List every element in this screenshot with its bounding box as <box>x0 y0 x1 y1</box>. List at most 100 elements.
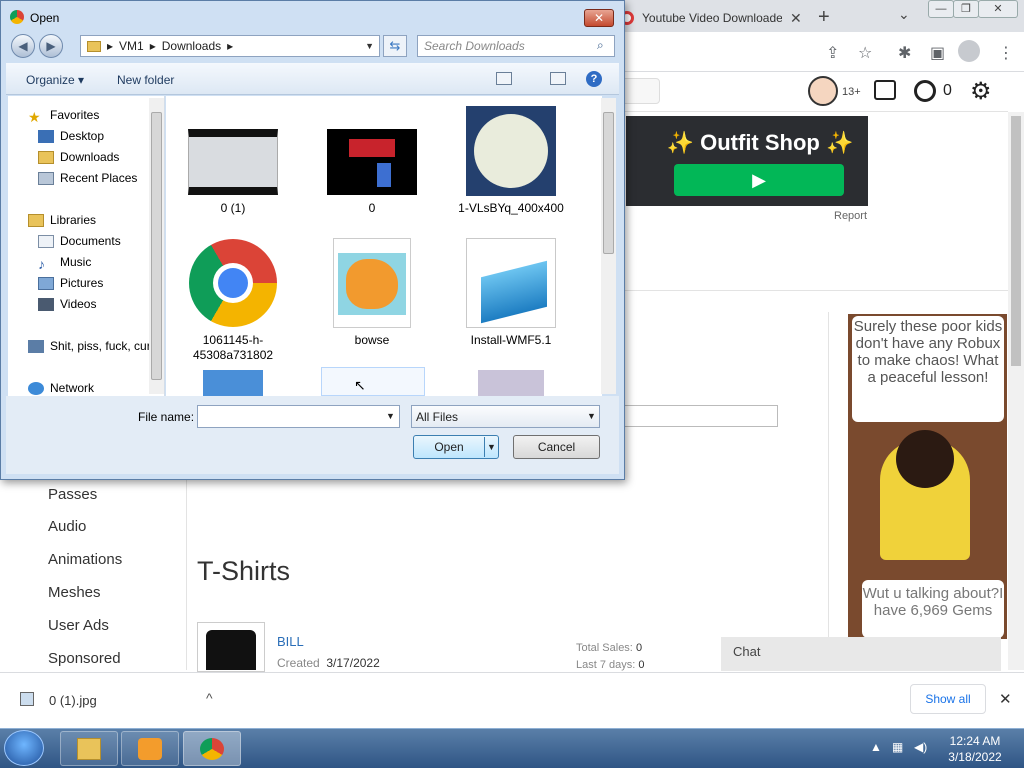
maximize-button[interactable]: ❐ <box>953 0 979 18</box>
start-button[interactable] <box>4 730 44 766</box>
new-folder-button[interactable]: New folder <box>117 73 174 87</box>
file-thumbnail[interactable] <box>466 238 556 328</box>
file-thumbnail[interactable] <box>327 129 417 195</box>
robux-count: 0 <box>943 82 952 99</box>
nav-pictures[interactable]: Pictures <box>38 276 103 290</box>
nav-pane-scrollbar-thumb[interactable] <box>151 112 162 380</box>
page-input[interactable] <box>624 405 778 427</box>
nav-documents[interactable]: Documents <box>38 234 121 248</box>
new-tab-button[interactable]: + <box>818 6 830 29</box>
bookmark-star-icon[interactable]: ☆ <box>858 43 872 63</box>
page-scrollbar-thumb[interactable] <box>1011 116 1021 366</box>
nav-computer[interactable]: Shit, piss, fuck, cur <box>28 339 151 353</box>
folder-icon <box>87 40 101 52</box>
powershell-icon <box>481 260 547 324</box>
clock-time: 12:24 AM <box>949 734 1001 748</box>
side-ad-text-2: Wut u talking about?I have 6,969 Gems <box>862 580 1004 638</box>
nav-libraries[interactable]: Libraries <box>28 213 96 227</box>
minimize-button[interactable]: — <box>928 0 954 18</box>
menu-icon[interactable] <box>874 80 896 100</box>
nav-recent[interactable]: Recent Places <box>38 171 137 185</box>
ad-banner-title: ✨ Outfit Shop ✨ <box>666 130 854 155</box>
file-thumbnail-selected[interactable] <box>321 367 425 396</box>
created-label: Created <box>277 656 320 670</box>
sidenav-user-ads[interactable]: User Ads <box>48 617 109 634</box>
search-icon[interactable]: ⌕ <box>597 38 604 53</box>
chevron-down-icon[interactable]: ▼ <box>365 41 374 51</box>
profile-avatar[interactable] <box>958 40 980 62</box>
help-icon[interactable]: ? <box>586 71 602 87</box>
file-view-scrollbar-thumb[interactable] <box>603 112 614 254</box>
breadcrumb-vm1[interactable]: VM1 <box>119 39 144 53</box>
robux-icon[interactable] <box>914 80 936 102</box>
sidenav-animations[interactable]: Animations <box>48 551 122 568</box>
forward-button[interactable]: ▶ <box>39 34 63 58</box>
file-label: 0 <box>368 201 376 215</box>
music-icon: ♪ <box>38 255 45 272</box>
sidenav-sponsored[interactable]: Sponsored <box>48 650 121 667</box>
desktop-icon <box>38 129 54 143</box>
refresh-button[interactable]: ⇆ <box>383 35 407 57</box>
file-name-input[interactable] <box>197 405 400 428</box>
cancel-button[interactable]: Cancel <box>513 435 600 459</box>
chevron-down-icon[interactable]: ▼ <box>386 411 395 421</box>
dialog-search-input[interactable]: Search Downloads <box>417 35 615 57</box>
dialog-close-button[interactable]: ✕ <box>584 9 614 27</box>
organize-button[interactable]: Organize ▾ <box>26 73 84 87</box>
preview-pane-icon[interactable] <box>550 72 566 85</box>
mouse-cursor-icon: ↖ <box>354 377 366 393</box>
tray-arrow-icon[interactable]: ▲ <box>870 740 882 754</box>
chevron-up-icon[interactable]: ^ <box>206 690 213 706</box>
nav-favorites[interactable]: ★ Favorites <box>28 108 99 125</box>
side-panel-icon[interactable]: ▣ <box>930 43 945 63</box>
nav-videos[interactable]: Videos <box>38 297 96 311</box>
sidenav-audio[interactable]: Audio <box>48 518 86 535</box>
nav-network[interactable]: Network <box>28 381 94 395</box>
file-label: 1-VLsBYq_400x400 <box>458 201 564 215</box>
chevron-down-icon[interactable]: ▼ <box>587 411 596 421</box>
volume-icon[interactable]: ◀) <box>914 740 927 754</box>
kebab-menu-icon[interactable]: ⋮ <box>998 43 1014 63</box>
file-thumbnail-partial[interactable] <box>203 370 263 396</box>
user-avatar[interactable] <box>808 76 838 106</box>
browser-tab[interactable]: Youtube Video Downloader ✕ <box>610 4 806 32</box>
share-icon[interactable]: ⇪ <box>826 43 839 63</box>
chat-bar[interactable]: Chat <box>721 637 1001 671</box>
close-icon[interactable]: ✕ <box>999 690 1012 708</box>
network-tray-icon[interactable]: ▦ <box>892 740 903 754</box>
tab-search-button[interactable]: ⌄ <box>898 6 910 23</box>
open-button-label: Open <box>434 440 464 454</box>
file-thumbnail-partial[interactable] <box>478 370 544 396</box>
gear-icon[interactable]: ⚙ <box>970 77 992 106</box>
section-title: T-Shirts <box>197 556 291 586</box>
nav-downloads[interactable]: Downloads <box>38 150 119 164</box>
extensions-icon[interactable]: ✱ <box>898 43 911 63</box>
nav-music[interactable]: ♪ Music <box>38 255 91 272</box>
file-type-select[interactable]: All Files <box>411 405 600 428</box>
nav-label: Shit, piss, fuck, cur <box>50 339 151 353</box>
back-button[interactable]: ◀ <box>11 34 35 58</box>
sidenav-passes[interactable]: Passes <box>48 486 97 503</box>
chevron-down-icon[interactable]: ▼ <box>487 442 496 452</box>
item-name-link[interactable]: BILL <box>277 634 304 649</box>
tab-close-icon[interactable]: ✕ <box>790 10 802 27</box>
file-thumbnail[interactable] <box>466 106 556 196</box>
view-options-icon[interactable] <box>496 72 512 85</box>
address-bar[interactable]: ▸ VM1 ▸ Downloads ▸ ▼ <box>80 35 380 57</box>
ad-play-button[interactable]: ▶ <box>674 164 844 196</box>
clock-date: 3/18/2022 <box>948 750 1002 764</box>
file-label: 1061145-h-45308a731802 <box>192 333 274 362</box>
show-all-button[interactable]: Show all <box>910 684 986 714</box>
download-file-name[interactable]: 0 (1).jpg <box>49 693 97 708</box>
file-thumbnail[interactable] <box>188 129 278 195</box>
file-thumbnail[interactable] <box>333 238 411 328</box>
nav-label: Recent Places <box>60 171 138 185</box>
nav-label: Pictures <box>60 276 104 290</box>
nav-desktop[interactable]: Desktop <box>38 129 104 143</box>
chrome-file-thumbnail[interactable] <box>189 239 277 327</box>
sidenav-meshes[interactable]: Meshes <box>48 584 101 601</box>
breadcrumb-downloads[interactable]: Downloads <box>162 39 221 53</box>
report-link[interactable]: Report <box>834 210 867 222</box>
clock[interactable]: 12:24 AM 3/18/2022 <box>940 733 1010 765</box>
window-close-button[interactable]: ✕ <box>978 0 1018 18</box>
